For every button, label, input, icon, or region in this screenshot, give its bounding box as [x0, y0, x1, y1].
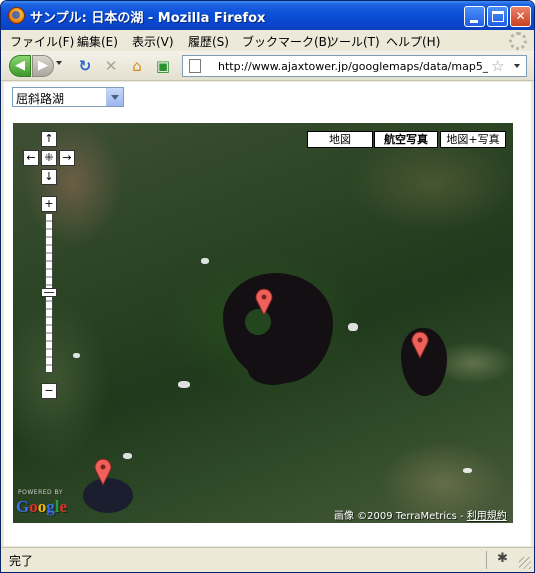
lake-marker[interactable]: [254, 288, 274, 316]
logo-letter: G: [16, 497, 30, 516]
window-title: サンプル: 日本の湖 - Mozilla Firefox: [30, 11, 266, 26]
maximize-icon: [492, 11, 504, 22]
maximize-button[interactable]: [487, 6, 508, 27]
cloud: [178, 381, 190, 388]
navigation-toolbar: ◀ ▶ ↻ ✕ ⌂ ▣ http://www.ajaxtower.jp/goog…: [1, 51, 534, 81]
pan-center-button[interactable]: ⁜: [41, 150, 57, 166]
url-dropdown-icon[interactable]: [514, 64, 520, 68]
lake-select[interactable]: 屈斜路湖: [12, 87, 124, 107]
cloud: [123, 453, 132, 459]
back-arrow-icon: ◀: [15, 58, 25, 73]
reload-icon[interactable]: ↻: [75, 56, 95, 76]
zoom-out-button[interactable]: −: [41, 383, 57, 399]
lake-select-value: 屈斜路湖: [16, 92, 65, 106]
zoom-in-button[interactable]: +: [41, 196, 57, 212]
star-icon[interactable]: ☆: [491, 57, 504, 75]
logo-letter: o: [29, 497, 38, 516]
page-content: 屈斜路湖 地図 航空写真 地図+写真 ↑ ← ⁜ → ↓ + − POWERED…: [4, 82, 531, 546]
cloud: [348, 323, 358, 331]
forward-arrow-icon: ▶: [38, 58, 48, 73]
history-dropdown-icon[interactable]: [56, 61, 62, 65]
lake-marker[interactable]: [93, 458, 113, 486]
bookmark-page-icon[interactable]: ▣: [153, 56, 173, 76]
resize-grip-icon[interactable]: [519, 557, 531, 569]
menu-edit[interactable]: 編集(E): [77, 33, 118, 50]
cloud: [463, 468, 472, 473]
map-pin-icon: [411, 331, 429, 359]
menu-file[interactable]: ファイル(F): [10, 33, 74, 50]
copyright-text: 画像 ©2009 TerraMetrics -: [334, 511, 467, 522]
address-bar[interactable]: http://www.ajaxtower.jp/googlemaps/data/…: [182, 55, 527, 77]
pan-left-button[interactable]: ←: [23, 150, 39, 166]
google-logo[interactable]: Google: [16, 497, 67, 517]
status-text: 完了: [9, 554, 34, 568]
terms-link[interactable]: 利用規約: [467, 511, 507, 522]
pan-right-button[interactable]: →: [59, 150, 75, 166]
forward-button[interactable]: ▶: [32, 55, 54, 77]
menu-tools[interactable]: ツール(T): [327, 33, 380, 50]
minimize-button[interactable]: [464, 6, 485, 27]
cloud: [201, 258, 209, 264]
pan-up-button[interactable]: ↑: [41, 131, 57, 147]
firefox-icon: [8, 7, 25, 24]
map-view[interactable]: 地図 航空写真 地図+写真 ↑ ← ⁜ → ↓ + − POWERED BY G…: [13, 123, 513, 523]
map-copyright: 画像 ©2009 TerraMetrics - 利用規約: [334, 507, 507, 522]
menu-bookmarks[interactable]: ブックマーク(B): [242, 33, 332, 50]
minimize-icon: [470, 20, 478, 23]
pan-down-button[interactable]: ↓: [41, 169, 57, 185]
menu-view[interactable]: 表示(V): [132, 33, 174, 50]
menu-history[interactable]: 履歴(S): [188, 33, 229, 50]
url-text[interactable]: http://www.ajaxtower.jp/googlemaps/data/…: [218, 60, 488, 73]
zoom-slider-handle[interactable]: [41, 288, 57, 297]
map-pin-icon: [94, 458, 112, 486]
status-bar: 完了 ✱: [1, 547, 534, 572]
back-button[interactable]: ◀: [9, 55, 31, 77]
menu-help[interactable]: ヘルプ(H): [386, 33, 440, 50]
title-bar: サンプル: 日本の湖 - Mozilla Firefox ✕: [1, 1, 534, 30]
select-dropdown-icon[interactable]: [106, 88, 123, 106]
bug-icon[interactable]: ✱: [497, 551, 508, 566]
map-type-hybrid-button[interactable]: 地図+写真: [440, 131, 506, 148]
browser-window: サンプル: 日本の湖 - Mozilla Firefox ✕ ファイル(F) 編…: [0, 0, 535, 573]
cloud: [73, 353, 80, 358]
stop-icon[interactable]: ✕: [101, 56, 121, 76]
map-type-map-button[interactable]: 地図: [307, 131, 373, 148]
close-button[interactable]: ✕: [510, 6, 531, 27]
lake-area: [248, 355, 298, 385]
powered-by-label: POWERED BY: [18, 489, 64, 496]
logo-letter: e: [59, 497, 68, 516]
home-icon[interactable]: ⌂: [127, 56, 147, 76]
menu-bar: ファイル(F) 編集(E) 表示(V) 履歴(S) ブックマーク(B) ツール(…: [1, 30, 534, 51]
logo-letter: g: [46, 497, 55, 516]
page-icon: [189, 59, 201, 73]
map-pin-icon: [255, 288, 273, 316]
map-type-satellite-button[interactable]: 航空写真: [374, 131, 438, 148]
lake-marker[interactable]: [410, 331, 430, 359]
throbber-icon: [509, 32, 527, 50]
logo-letter: o: [37, 497, 47, 516]
status-divider: [486, 551, 487, 569]
close-icon: ✕: [515, 9, 526, 23]
